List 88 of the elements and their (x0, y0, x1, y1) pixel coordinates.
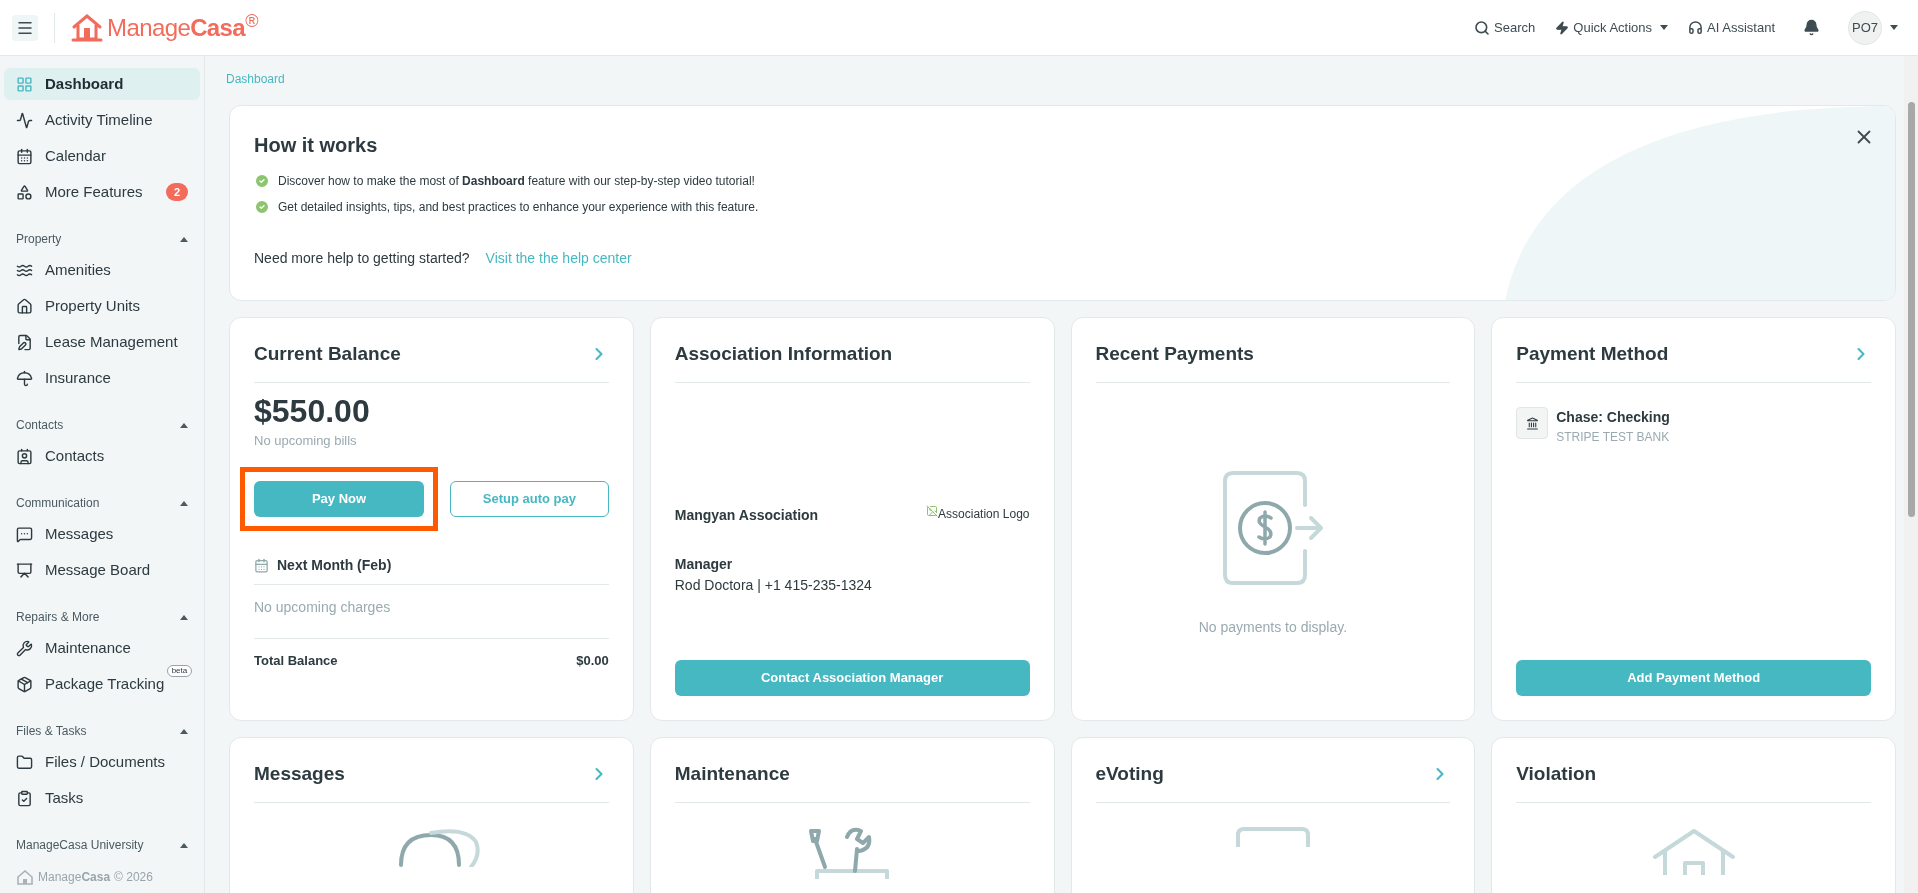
logo-icon (71, 12, 103, 43)
help-prompt: Need more help to getting started? (254, 249, 470, 268)
nav-icon (16, 525, 33, 543)
sidebar-item[interactable]: Files / Documents (4, 746, 200, 778)
card-title: How it works (254, 133, 378, 158)
nav-icon (16, 447, 33, 465)
collapse-caret-icon[interactable] (180, 422, 188, 428)
search-icon (1474, 19, 1491, 36)
check-icon (254, 173, 270, 189)
association-logo: Association Logo (926, 505, 1030, 523)
empty-state-text: No payments to display. (1198, 618, 1348, 637)
collapse-caret-icon[interactable] (180, 728, 188, 734)
check-icon (254, 199, 270, 215)
manager-label: Manager (674, 555, 734, 574)
sidebar-item[interactable]: Activity Timeline (4, 104, 200, 136)
headset-icon (1688, 20, 1704, 35)
beta-tag: beta (166, 664, 193, 677)
collapse-caret-icon[interactable] (180, 614, 188, 620)
bell-icon (1803, 19, 1820, 36)
scrollbar[interactable] (1904, 56, 1918, 893)
tip-text: Get detailed insights, tips, and best practices to enhance your experience with this feature. (278, 199, 759, 216)
nav-icon (16, 639, 33, 657)
nav-icon (16, 753, 33, 771)
logo-icon (16, 869, 34, 885)
section-title: Repairs & More (16, 609, 100, 626)
balance-note: No upcoming bills (254, 432, 358, 450)
ai-assistant-button[interactable]: AI Assistant (1688, 17, 1775, 38)
sidebar-item[interactable]: Maintenance (4, 632, 200, 664)
user-avatar[interactable]: PO7 (1848, 10, 1882, 45)
brand-name: ManageCasa (38, 869, 111, 886)
sidebar-item[interactable]: Lease Management (4, 326, 200, 358)
nav-icon (16, 75, 33, 93)
nav-icon (16, 333, 33, 351)
period-note: No upcoming charges (254, 596, 609, 639)
card-title: Violation (1516, 761, 1597, 786)
section-title: Contacts (16, 417, 64, 434)
section-title: Communication (16, 495, 100, 512)
sidebar-item[interactable]: Contacts (4, 440, 200, 472)
count-badge: 2 (165, 183, 188, 201)
association-name: Mangyan Association (674, 506, 819, 525)
balance-amount: $550.00 (254, 392, 371, 431)
nav-icon (16, 369, 33, 387)
bank-icon (1516, 407, 1549, 439)
bank-name: STRIPE TEST BANK (1556, 429, 1670, 446)
copyright: © 2026 (114, 869, 153, 886)
sidebar-item[interactable]: Dashboard (4, 68, 200, 100)
card-title: eVoting (1095, 761, 1164, 786)
section-title: Files & Tasks (16, 723, 87, 740)
method-name: Chase: Checking (1556, 408, 1670, 427)
caret-icon (1660, 25, 1669, 30)
sidebar-item[interactable]: Messages (4, 518, 200, 550)
sidebar-item[interactable]: Message Board (4, 554, 200, 586)
card-title: Messages (254, 761, 345, 786)
menu-button[interactable] (12, 14, 38, 41)
tip-text: Discover how to make the most of Dashboard feature with our step-by-step video tutorial! (278, 173, 755, 190)
total-label: Total Balance (254, 651, 338, 670)
nav-icon (16, 561, 33, 579)
nav-icon (16, 297, 33, 315)
collapse-caret-icon[interactable] (180, 500, 188, 506)
calendar-icon (254, 557, 269, 573)
nav-icon (16, 789, 33, 807)
collapse-caret-icon[interactable] (180, 842, 188, 848)
search-button[interactable]: Search (1474, 17, 1536, 38)
section-title: Property (16, 231, 62, 248)
sidebar-item[interactable]: Property Units (4, 290, 200, 322)
card-title: Recent Payments (1095, 341, 1254, 366)
lightning-icon (1555, 20, 1570, 35)
quick-actions-button[interactable]: Quick Actions (1555, 17, 1669, 38)
nav-icon (16, 111, 33, 129)
period-title: Next Month (Feb) (277, 555, 392, 575)
section-title: ManageCasa University (16, 837, 144, 854)
sidebar-item[interactable]: More Features 2 (4, 176, 200, 208)
card-title: Payment Method (1516, 341, 1669, 366)
card-title: Maintenance (674, 761, 790, 786)
nav-icon (16, 675, 33, 693)
nav-icon (16, 183, 33, 201)
card-title: Association Information (674, 341, 893, 366)
card-title: Current Balance (254, 341, 401, 366)
notifications-button[interactable] (1803, 19, 1820, 36)
caret-icon[interactable] (1890, 25, 1898, 30)
sidebar-item[interactable]: Insurance (4, 362, 200, 394)
collapse-caret-icon[interactable] (180, 236, 188, 242)
sidebar-item[interactable]: Amenities (4, 254, 200, 286)
sidebar-item[interactable]: Calendar (4, 140, 200, 172)
nav-icon (16, 147, 33, 165)
total-value: $0.00 (576, 651, 609, 670)
manager-contact: Rod Doctora | +1 415-235-1324 (674, 576, 873, 595)
sidebar-item[interactable]: Tasks (4, 782, 200, 814)
